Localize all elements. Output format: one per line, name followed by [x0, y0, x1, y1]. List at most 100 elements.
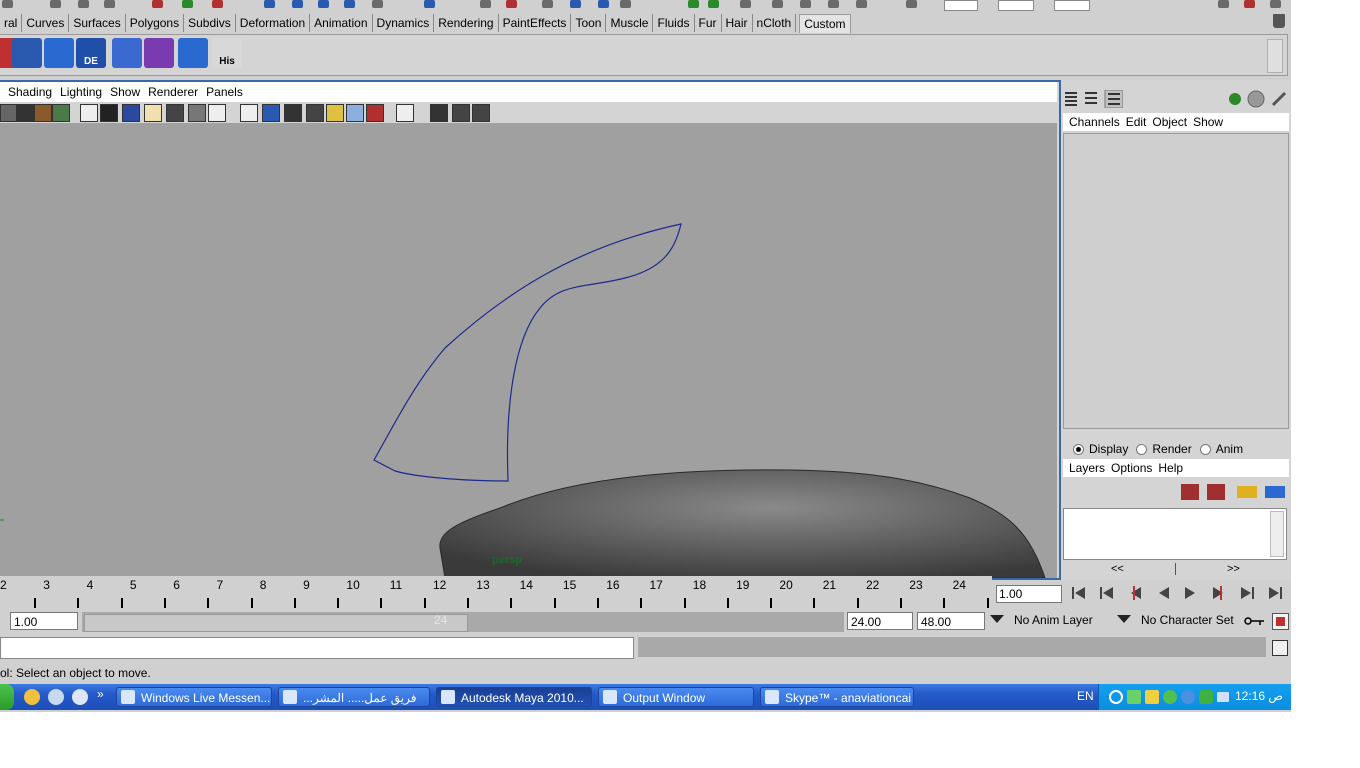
- network-icon[interactable]: [1217, 692, 1229, 702]
- trash-icon[interactable]: [1273, 14, 1285, 28]
- shelf-tab-toon[interactable]: Toon: [571, 14, 607, 32]
- shelf-tab-fur[interactable]: Fur: [695, 14, 722, 32]
- viewport-toolbar-icon[interactable]: [100, 104, 118, 122]
- viewport-toolbar-icon[interactable]: [472, 104, 490, 122]
- shelf-tab-rendering[interactable]: Rendering: [434, 14, 499, 32]
- viewport-toolbar-icon[interactable]: [284, 104, 302, 122]
- status-tool-icon[interactable]: [856, 0, 867, 8]
- channel-box-area[interactable]: [1063, 133, 1289, 429]
- shelf-tab-curves[interactable]: Curves: [22, 14, 70, 32]
- status-tool-icon[interactable]: [598, 0, 609, 8]
- numeric-input-z[interactable]: [1054, 0, 1090, 11]
- auto-key-icon[interactable]: [1244, 615, 1266, 627]
- viewport-toolbar-icon[interactable]: [430, 104, 448, 122]
- status-tool-icon[interactable]: [688, 0, 699, 8]
- status-tool-icon[interactable]: [708, 0, 719, 8]
- toggle-icon[interactable]: [1270, 0, 1281, 8]
- viewport-toolbar-icon[interactable]: [306, 104, 324, 122]
- shelf-tool-6-icon[interactable]: [144, 38, 174, 68]
- step-forward-key-icon[interactable]: [1208, 583, 1230, 603]
- status-tool-icon[interactable]: [828, 0, 839, 8]
- end-time-field[interactable]: 24.00: [847, 612, 913, 630]
- viewport-toolbar-icon[interactable]: [144, 104, 162, 122]
- shelf-tab-deformation[interactable]: Deformation: [236, 14, 311, 32]
- nurbs-curve[interactable]: [373, 223, 682, 482]
- channel-menu-object[interactable]: Object: [1152, 115, 1187, 129]
- status-tool-icon[interactable]: [344, 0, 355, 8]
- quicklaunch-more[interactable]: »: [97, 687, 104, 701]
- channel-menu-channels[interactable]: Channels: [1069, 115, 1120, 129]
- taskbar-item[interactable]: ...فريق عمل..... المشر: [278, 687, 430, 707]
- shelf-tab-polygons[interactable]: Polygons: [126, 14, 185, 32]
- status-tool-icon[interactable]: [372, 0, 383, 8]
- start-button[interactable]: [0, 684, 14, 710]
- tray-app-icon[interactable]: [1163, 690, 1177, 704]
- taskbar-item[interactable]: Skype™ - anaviationcai: [760, 687, 914, 707]
- taskbar-item[interactable]: Autodesk Maya 2010...: [436, 687, 592, 707]
- status-tool-icon[interactable]: [104, 0, 115, 8]
- taskbar-item[interactable]: Output Window: [598, 687, 754, 707]
- viewport-toolbar-icon[interactable]: [166, 104, 184, 122]
- status-tool-icon[interactable]: [78, 0, 89, 8]
- shaded-mesh-object[interactable]: [439, 469, 1046, 578]
- tray-app-icon[interactable]: [1127, 690, 1141, 704]
- viewport-menu-lighting[interactable]: Lighting: [60, 85, 102, 99]
- viewport-toolbar-icon[interactable]: [16, 104, 34, 122]
- viewport-toolbar-icon[interactable]: [366, 104, 384, 122]
- shelf-tab-hair[interactable]: Hair: [722, 14, 753, 32]
- viewport-menu-shading[interactable]: Shading: [8, 85, 52, 99]
- step-back-key-icon[interactable]: [1124, 583, 1146, 603]
- status-tool-icon[interactable]: [182, 0, 193, 8]
- radio-display[interactable]: [1073, 443, 1084, 455]
- status-tool-icon[interactable]: [318, 0, 329, 8]
- panel-layout-icon[interactable]: [1218, 0, 1229, 8]
- status-tool-icon[interactable]: [424, 0, 435, 8]
- viewport-toolbar-icon[interactable]: [346, 104, 364, 122]
- anim-layer-dropdown-icon[interactable]: [990, 615, 1004, 623]
- clock[interactable]: 12:16 ص: [1235, 689, 1283, 703]
- play-backwards-icon[interactable]: [1152, 583, 1174, 603]
- status-tool-icon[interactable]: [906, 0, 917, 8]
- nav-next-button[interactable]: >>: [1227, 563, 1240, 575]
- viewport-toolbar-icon[interactable]: [396, 104, 414, 122]
- step-back-frame-icon[interactable]: [1096, 583, 1118, 603]
- status-tool-icon[interactable]: [50, 0, 61, 8]
- channel-menu-show[interactable]: Show: [1193, 115, 1223, 129]
- current-frame-field[interactable]: 1.00: [996, 585, 1062, 603]
- animation-prefs-icon[interactable]: [1272, 613, 1289, 630]
- ie-icon[interactable]: [24, 689, 40, 705]
- shelf-tool-2-icon[interactable]: [12, 38, 42, 68]
- viewport-toolbar-icon[interactable]: [326, 104, 344, 122]
- status-tool-icon[interactable]: [800, 0, 811, 8]
- layer-menu-help[interactable]: Help: [1158, 461, 1183, 475]
- persp-viewport[interactable]: persp: [0, 123, 1057, 578]
- viewport-toolbar-icon[interactable]: [188, 104, 206, 122]
- start-time-field[interactable]: 1.00: [10, 612, 78, 630]
- shelf-tool-3-icon[interactable]: [44, 38, 74, 68]
- shelf-tool-5-icon[interactable]: [112, 38, 142, 68]
- status-tool-icon[interactable]: [620, 0, 631, 8]
- status-tool-icon[interactable]: [740, 0, 751, 8]
- character-set-dropdown-icon[interactable]: [1117, 615, 1131, 623]
- max-time-field[interactable]: 48.00: [917, 612, 985, 630]
- tray-expand-icon[interactable]: [1109, 690, 1123, 704]
- shelf-tab-painteffects[interactable]: PaintEffects: [499, 14, 572, 32]
- language-indicator[interactable]: EN: [1077, 689, 1094, 703]
- viewport-toolbar-icon[interactable]: [122, 104, 140, 122]
- viewport-toolbar-icon[interactable]: [262, 104, 280, 122]
- nav-prev-button[interactable]: <<: [1111, 563, 1124, 575]
- viewport-toolbar-icon[interactable]: [34, 104, 52, 122]
- command-line-input[interactable]: [0, 637, 634, 659]
- viewport-toolbar-icon[interactable]: [52, 104, 70, 122]
- numeric-input-y[interactable]: [998, 0, 1034, 11]
- go-to-end-icon[interactable]: [1264, 583, 1286, 603]
- messenger-quick-icon[interactable]: [72, 689, 88, 705]
- tray-app-icon[interactable]: [1199, 690, 1213, 704]
- status-tool-icon[interactable]: [570, 0, 581, 8]
- anim-layer-selector[interactable]: No Anim Layer: [1014, 613, 1093, 627]
- range-slider[interactable]: 24: [82, 612, 844, 632]
- status-tool-icon[interactable]: [772, 0, 783, 8]
- shelf-tab-fluids[interactable]: Fluids: [653, 14, 695, 32]
- taskbar-item[interactable]: Windows Live Messen...: [116, 687, 272, 707]
- viewport-toolbar-icon[interactable]: [240, 104, 258, 122]
